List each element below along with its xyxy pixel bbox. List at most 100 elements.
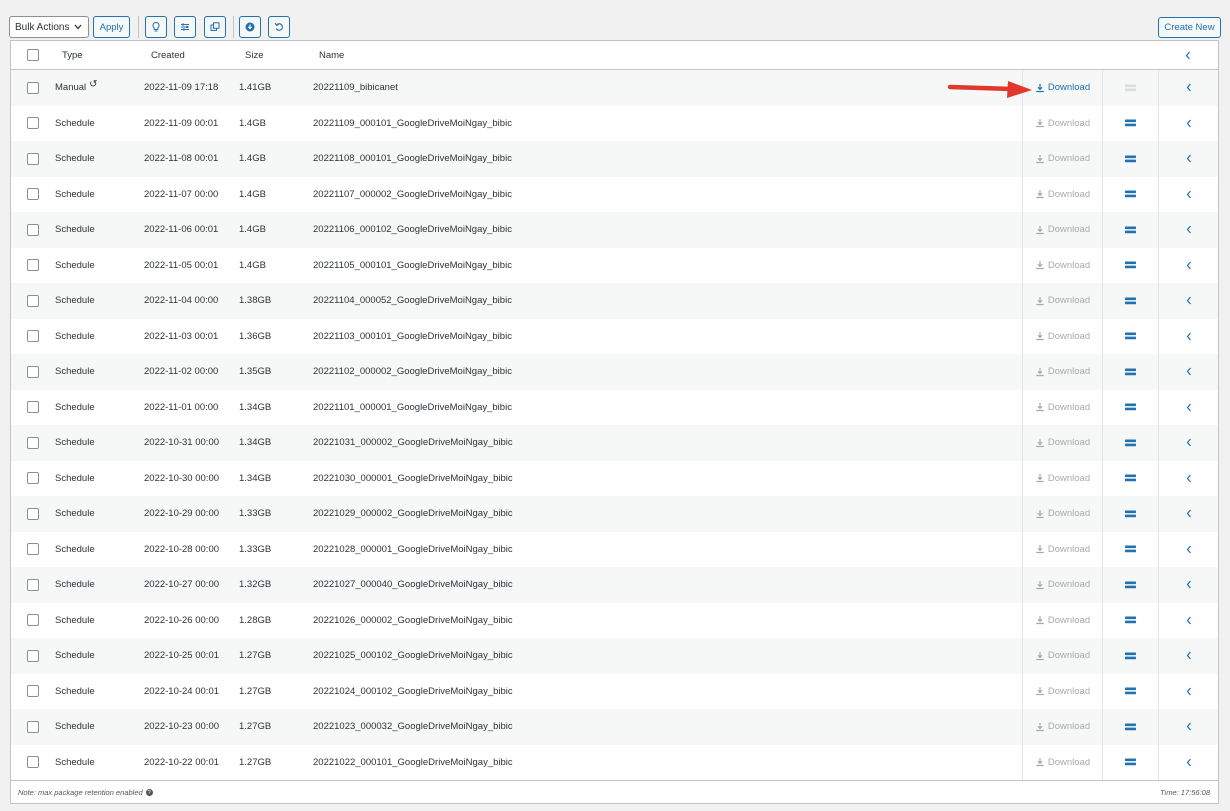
table-row[interactable]: Schedule 2022-11-06 00:01 1.4GB 20221106_00…: [11, 212, 1218, 248]
package-details-icon[interactable]: [1125, 758, 1136, 766]
row-checkbox[interactable]: [27, 188, 39, 201]
apply-button[interactable]: Apply: [93, 16, 130, 38]
table-row[interactable]: Schedule 2022-10-31 00:00 1.34GB 20221031_0…: [11, 425, 1218, 461]
row-checkbox[interactable]: [27, 507, 39, 520]
table-row[interactable]: Schedule 2022-11-05 00:01 1.4GB 20221105_00…: [11, 247, 1218, 283]
download-button[interactable]: Download: [1035, 260, 1090, 271]
download-button[interactable]: Download: [1035, 721, 1090, 732]
package-details-icon[interactable]: [1125, 84, 1136, 92]
table-row[interactable]: Schedule 2022-10-28 00:00 1.33GB 20221028_0…: [11, 531, 1218, 567]
package-details-icon[interactable]: [1125, 581, 1136, 589]
package-details-icon[interactable]: [1125, 652, 1136, 660]
expand-row-toggle[interactable]: [1158, 141, 1218, 177]
select-all-checkbox[interactable]: [27, 49, 39, 61]
row-checkbox[interactable]: [27, 756, 39, 769]
column-header-type[interactable]: Type: [62, 41, 83, 69]
import-button[interactable]: [239, 16, 261, 38]
package-details-icon[interactable]: [1125, 474, 1136, 482]
download-button[interactable]: Download: [1035, 615, 1090, 626]
row-checkbox[interactable]: [27, 614, 39, 627]
expand-row-toggle[interactable]: [1158, 176, 1218, 212]
package-details-icon[interactable]: [1125, 119, 1136, 127]
expand-row-toggle[interactable]: [1158, 602, 1218, 638]
row-checkbox[interactable]: [27, 685, 39, 698]
collapse-all-toggle[interactable]: [1158, 41, 1218, 69]
expand-row-toggle[interactable]: [1158, 531, 1218, 567]
row-checkbox[interactable]: [27, 152, 39, 165]
row-checkbox[interactable]: [27, 401, 39, 414]
row-checkbox[interactable]: [27, 543, 39, 556]
expand-row-toggle[interactable]: [1158, 283, 1218, 319]
row-checkbox[interactable]: [27, 259, 39, 272]
download-button[interactable]: Download: [1035, 118, 1090, 129]
table-row[interactable]: Schedule 2022-11-01 00:00 1.34GB 20221101_0…: [11, 389, 1218, 425]
package-details-icon[interactable]: [1125, 687, 1136, 695]
download-button[interactable]: Download: [1035, 757, 1090, 768]
column-header-name[interactable]: Name: [319, 41, 344, 69]
lightbulb-button[interactable]: [145, 16, 167, 38]
row-checkbox[interactable]: [27, 649, 39, 662]
table-row[interactable]: Schedule 2022-10-27 00:00 1.32GB 20221027_0…: [11, 567, 1218, 603]
download-button[interactable]: Download: [1035, 473, 1090, 484]
row-checkbox[interactable]: [27, 117, 39, 130]
package-details-icon[interactable]: [1125, 297, 1136, 305]
table-row[interactable]: Schedule 2022-10-29 00:00 1.33GB 20221029_0…: [11, 496, 1218, 532]
table-row[interactable]: Manual ↺ 2022-11-09 17:18 1.41GB 20221109_bi…: [11, 70, 1218, 106]
download-button[interactable]: Download: [1035, 153, 1090, 164]
download-button[interactable]: Download: [1035, 331, 1090, 342]
table-row[interactable]: Schedule 2022-11-02 00:00 1.35GB 20221102_0…: [11, 354, 1218, 390]
create-new-button[interactable]: Create New: [1158, 17, 1221, 38]
row-checkbox[interactable]: [27, 578, 39, 591]
row-checkbox[interactable]: [27, 365, 39, 378]
download-button[interactable]: Download: [1035, 366, 1090, 377]
package-details-icon[interactable]: [1125, 155, 1136, 163]
row-checkbox[interactable]: [27, 330, 39, 343]
download-button[interactable]: Download: [1035, 189, 1090, 200]
package-details-icon[interactable]: [1125, 403, 1136, 411]
download-button[interactable]: Download: [1035, 295, 1090, 306]
expand-row-toggle[interactable]: [1158, 389, 1218, 425]
row-checkbox[interactable]: [27, 720, 39, 733]
package-details-icon[interactable]: [1125, 723, 1136, 731]
expand-row-toggle[interactable]: [1158, 567, 1218, 603]
download-button[interactable]: Download: [1035, 82, 1090, 93]
filter-button[interactable]: [174, 16, 196, 38]
package-details-icon[interactable]: [1125, 190, 1136, 198]
undo-button[interactable]: [268, 16, 290, 38]
expand-row-toggle[interactable]: [1158, 673, 1218, 709]
table-row[interactable]: Schedule 2022-10-24 00:01 1.27GB 20221024_0…: [11, 673, 1218, 709]
column-header-created[interactable]: Created: [151, 41, 185, 69]
download-button[interactable]: Download: [1035, 508, 1090, 519]
expand-row-toggle[interactable]: [1158, 425, 1218, 461]
expand-row-toggle[interactable]: [1158, 638, 1218, 674]
download-button[interactable]: Download: [1035, 224, 1090, 235]
expand-row-toggle[interactable]: [1158, 744, 1218, 780]
package-details-icon[interactable]: [1125, 368, 1136, 376]
table-row[interactable]: Schedule 2022-11-03 00:01 1.36GB 20221103_0…: [11, 318, 1218, 354]
help-icon[interactable]: ?: [145, 789, 153, 796]
row-checkbox[interactable]: [27, 81, 39, 94]
bulk-actions-select[interactable]: Bulk Actions: [9, 16, 89, 38]
package-details-icon[interactable]: [1125, 616, 1136, 624]
table-row[interactable]: Schedule 2022-11-09 00:01 1.4GB 20221109_00…: [11, 105, 1218, 141]
download-button[interactable]: Download: [1035, 650, 1090, 661]
download-button[interactable]: Download: [1035, 544, 1090, 555]
table-row[interactable]: Schedule 2022-11-07 00:00 1.4GB 20221107_00…: [11, 176, 1218, 212]
download-button[interactable]: Download: [1035, 579, 1090, 590]
download-button[interactable]: Download: [1035, 437, 1090, 448]
package-details-icon[interactable]: [1125, 545, 1136, 553]
row-checkbox[interactable]: [27, 294, 39, 307]
package-details-icon[interactable]: [1125, 510, 1136, 518]
expand-row-toggle[interactable]: [1158, 70, 1218, 106]
table-row[interactable]: Schedule 2022-11-08 00:01 1.4GB 20221108_00…: [11, 141, 1218, 177]
expand-row-toggle[interactable]: [1158, 709, 1218, 745]
expand-row-toggle[interactable]: [1158, 212, 1218, 248]
table-row[interactable]: Schedule 2022-10-23 00:00 1.27GB 20221023_0…: [11, 709, 1218, 745]
expand-row-toggle[interactable]: [1158, 247, 1218, 283]
expand-row-toggle[interactable]: [1158, 460, 1218, 496]
download-button[interactable]: Download: [1035, 686, 1090, 697]
expand-row-toggle[interactable]: [1158, 318, 1218, 354]
row-checkbox[interactable]: [27, 472, 39, 485]
row-checkbox[interactable]: [27, 223, 39, 236]
expand-row-toggle[interactable]: [1158, 354, 1218, 390]
